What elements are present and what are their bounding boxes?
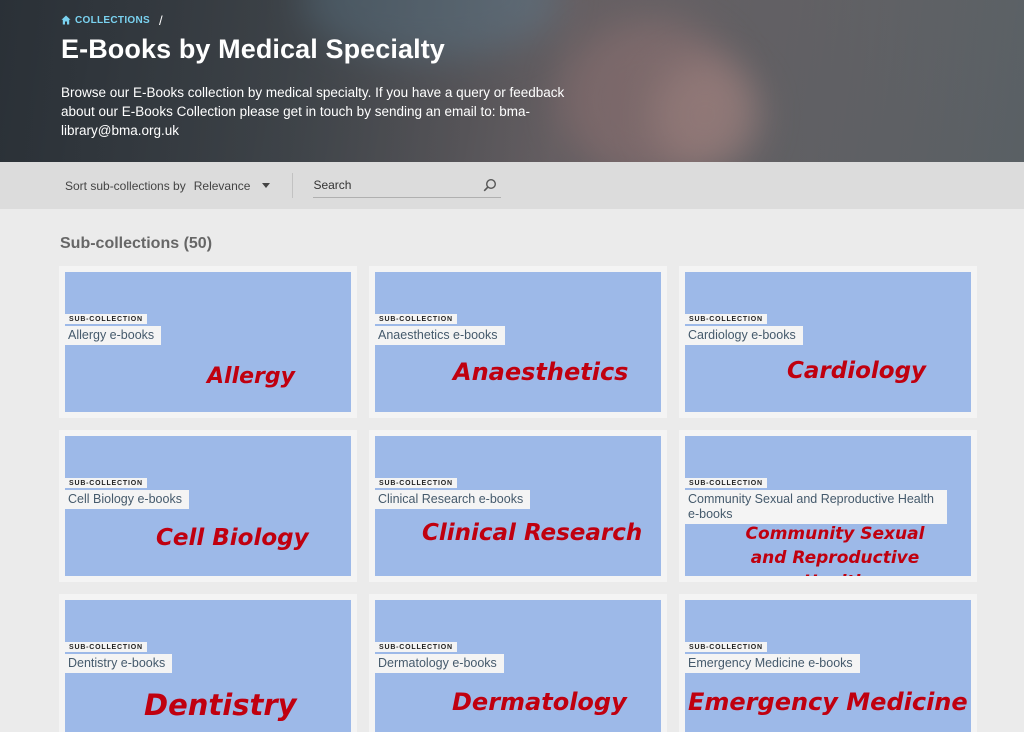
card-art-text: Cell Biology [156, 525, 309, 551]
subcollection-card-community-sexual-reproductive-health[interactable]: SUB-COLLECTION Community Sexual and Repr… [679, 430, 977, 582]
hero-content: COLLECTIONS / E-Books by Medical Special… [61, 12, 601, 140]
page-hero: COLLECTIONS / E-Books by Medical Special… [0, 0, 1024, 162]
breadcrumb-collections-label: COLLECTIONS [75, 14, 150, 26]
page-description: Browse our E-Books collection by medical… [61, 85, 565, 138]
subcollection-card-dentistry[interactable]: SUB-COLLECTION Dentistry e-books Dentist… [59, 594, 357, 732]
card-image: SUB-COLLECTION Allergy e-books Allergy [65, 272, 351, 412]
card-art-text: Anaesthetics [453, 358, 629, 386]
search-placeholder: Search [313, 178, 352, 192]
card-type-label: SUB-COLLECTION [685, 478, 767, 488]
card-art-text: Community Sexual and Reproductive Health [745, 524, 925, 576]
subcollection-card-allergy[interactable]: SUB-COLLECTION Allergy e-books Allergy [59, 266, 357, 418]
toolbar-divider [292, 173, 294, 198]
card-image: SUB-COLLECTION Anaesthetics e-books Anae… [375, 272, 661, 412]
card-type-label: SUB-COLLECTION [685, 314, 767, 324]
card-type-label: SUB-COLLECTION [65, 478, 147, 488]
card-type-label: SUB-COLLECTION [685, 642, 767, 652]
card-title: Allergy e-books [65, 326, 162, 345]
card-art-text: Clinical Research [422, 520, 643, 546]
card-type-label: SUB-COLLECTION [65, 314, 147, 324]
card-image: SUB-COLLECTION Cardiology e-books Cardio… [685, 272, 971, 412]
card-image: SUB-COLLECTION Dentistry e-books Dentist… [65, 600, 351, 732]
card-title: Clinical Research e-books [375, 490, 531, 509]
breadcrumb: COLLECTIONS / [61, 12, 601, 28]
subcollection-grid: SUB-COLLECTION Allergy e-books Allergy S… [59, 266, 977, 732]
card-title: Dentistry e-books [65, 654, 173, 673]
card-type-label: SUB-COLLECTION [65, 642, 147, 652]
card-title: Emergency Medicine e-books [685, 654, 860, 673]
card-image: SUB-COLLECTION Emergency Medicine e-book… [685, 600, 971, 732]
sort-search-toolbar: Sort sub-collections by Relevance Search [0, 162, 1024, 209]
card-title: Cardiology e-books [685, 326, 803, 345]
sort-label: Sort sub-collections by [65, 178, 186, 193]
card-image: SUB-COLLECTION Clinical Research e-books… [375, 436, 661, 576]
subcollections-heading: Sub-collections (50) [60, 235, 213, 252]
card-art-text: Cardiology [787, 358, 927, 384]
card-title: Cell Biology e-books [65, 490, 189, 509]
sort-selected-value: Relevance [193, 178, 251, 193]
subcollection-card-clinical-research[interactable]: SUB-COLLECTION Clinical Research e-books… [369, 430, 667, 582]
subcollection-card-cell-biology[interactable]: SUB-COLLECTION Cell Biology e-books Cell… [59, 430, 357, 582]
card-title: Dermatology e-books [375, 654, 504, 673]
card-image: SUB-COLLECTION Cell Biology e-books Cell… [65, 436, 351, 576]
card-type-label: SUB-COLLECTION [375, 478, 457, 488]
search-icon[interactable] [483, 178, 497, 192]
page-title: E-Books by Medical Specialty [61, 34, 445, 64]
card-image: SUB-COLLECTION Community Sexual and Repr… [685, 436, 971, 576]
breadcrumb-collections-link[interactable]: COLLECTIONS [61, 15, 150, 26]
card-title: Anaesthetics e-books [375, 326, 505, 345]
search-input[interactable]: Search [313, 174, 502, 198]
card-art-text: Emergency Medicine [688, 688, 968, 716]
subcollection-card-cardiology[interactable]: SUB-COLLECTION Cardiology e-books Cardio… [679, 266, 977, 418]
subcollection-card-anaesthetics[interactable]: SUB-COLLECTION Anaesthetics e-books Anae… [369, 266, 667, 418]
subcollection-card-emergency-medicine[interactable]: SUB-COLLECTION Emergency Medicine e-book… [679, 594, 977, 732]
card-type-label: SUB-COLLECTION [375, 642, 457, 652]
card-art-text: Dentistry [144, 688, 297, 722]
card-title: Community Sexual and Reproductive Health… [685, 490, 947, 524]
home-icon [61, 15, 71, 25]
breadcrumb-separator: / [158, 12, 163, 28]
card-type-label: SUB-COLLECTION [375, 314, 457, 324]
card-art-text: Dermatology [452, 688, 627, 716]
subcollection-card-dermatology[interactable]: SUB-COLLECTION Dermatology e-books Derma… [369, 594, 667, 732]
sort-dropdown[interactable]: Relevance [194, 179, 271, 193]
card-art-text: Allergy [207, 364, 295, 389]
card-image: SUB-COLLECTION Dermatology e-books Derma… [375, 600, 661, 732]
chevron-down-icon [262, 183, 271, 188]
